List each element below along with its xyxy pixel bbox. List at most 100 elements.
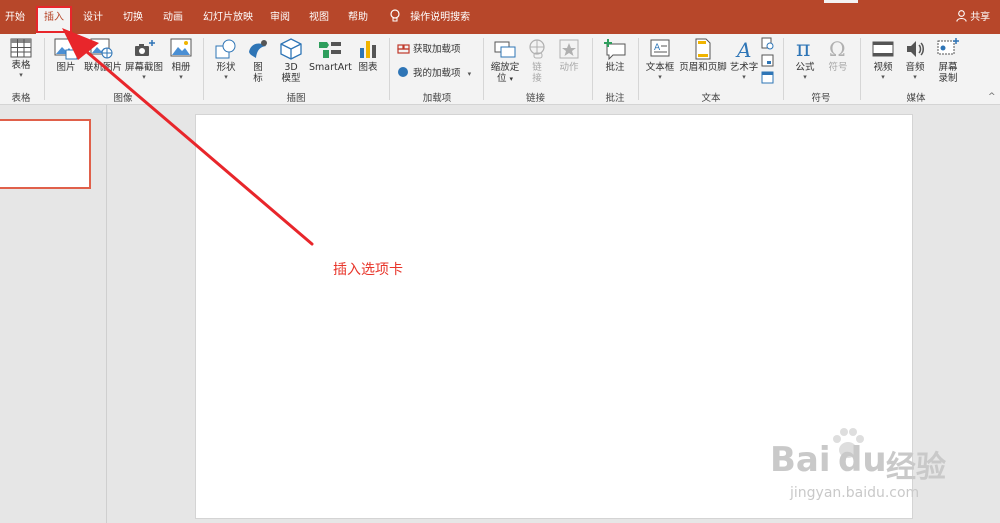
link-label-1: 链 [532,62,542,73]
smartart-label: SmartArt [309,62,352,73]
audio-button[interactable]: 音频 ▾ [902,38,928,81]
share-label: 共享 [970,12,991,23]
svg-text:A: A [735,38,751,60]
tab-home[interactable]: 开始 [5,0,25,34]
title-bar-fragment [824,0,858,3]
smartart-button[interactable]: SmartArt [309,38,352,73]
group-comments-label: 批注 [605,93,625,104]
screenshot-label: 屏幕截图 [125,62,164,73]
action-star-icon [559,39,579,59]
icons-button[interactable]: 图 标 [246,38,270,84]
camera-icon [135,40,155,56]
header-footer-button[interactable]: 页眉和页脚 [679,38,727,73]
comment-button[interactable]: 批注 [601,38,629,73]
screen-recording-label-2: 录制 [938,73,958,84]
online-picture-label: 联机图片 [84,62,123,73]
shapes-label: 形状 [216,62,236,73]
object-icon[interactable] [761,71,774,84]
video-button[interactable]: 视频 ▾ [870,38,896,81]
group-separator [592,38,593,100]
zoom-button[interactable]: 缩放定 位 ▾ [489,38,521,85]
tab-view[interactable]: 视图 [309,0,329,34]
table-icon [10,38,32,58]
picture-label: 图片 [56,62,76,73]
group-separator [483,38,484,100]
screen-recording-icon [937,38,959,55]
wordart-label: 艺术字 [729,62,759,73]
tab-animations[interactable]: 动画 [163,0,183,34]
insert-tab-highlight-box [36,6,72,33]
icons-label-1: 图 [253,62,263,73]
store-icon [397,44,410,54]
equation-label: 公式 [795,62,815,73]
group-links-label: 链接 [525,93,545,104]
group-text-label: 文本 [701,93,721,104]
chart-icon [360,41,376,58]
picture-button[interactable]: 图片 [52,38,80,73]
shapes-icon [215,39,236,59]
slide-number-icon[interactable] [761,54,774,67]
textbox-label: 文本框 [645,62,675,73]
action-label: 动作 [559,62,579,73]
collapse-ribbon-icon[interactable]: ^ [988,92,996,102]
chevron-down-icon: ▾ [509,75,514,83]
equation-button[interactable]: π 公式 ▾ [791,36,819,81]
header-footer-label: 页眉和页脚 [679,62,727,73]
tab-transitions[interactable]: 切换 [123,0,143,34]
watermark-brand-2: du [838,440,887,480]
icons-icon [249,40,267,58]
watermark-url: jingyan.baidu.com [790,485,920,501]
link-label-2: 接 [532,73,542,84]
table-button[interactable]: 表格 ▾ [8,38,34,79]
3d-models-button[interactable]: 3D 模型 [278,38,304,84]
chart-label: 图表 [358,62,378,73]
screen-recording-button[interactable]: 屏幕 录制 [934,38,962,84]
link-button[interactable]: 链 接 [526,38,548,84]
cube-icon [280,38,302,60]
wordart-button[interactable]: A 艺术字 ▾ [729,38,759,81]
group-separator [860,38,861,100]
chevron-down-icon: ▾ [913,73,917,81]
screen-recording-label-1: 屏幕 [938,62,958,73]
svg-text:Ω: Ω [829,37,846,60]
online-picture-button[interactable]: 联机图片 [84,38,123,73]
lightbulb-icon [390,9,400,22]
person-icon [956,10,967,22]
textbox-button[interactable]: A 文本框 ▾ [644,38,676,81]
link-icon [529,39,545,59]
date-time-icon[interactable] [761,37,774,50]
zoom-label-1: 缩放定 [490,62,520,73]
slide-thumbnail-pane [0,105,107,523]
symbol-button[interactable]: Ω 符号 [825,36,851,73]
group-separator [783,38,784,100]
chevron-down-icon: ▾ [742,73,746,81]
chevron-down-icon: ▾ [803,73,807,81]
group-images-label: 图像 [113,93,133,104]
action-button[interactable]: 动作 [556,38,582,73]
shapes-button[interactable]: 形状 ▾ [212,38,240,81]
omega-icon: Ω [829,37,846,60]
my-addins-button[interactable]: 我的加载项 ▾ [397,66,471,80]
group-table-label: 表格 [11,93,31,104]
photo-album-button[interactable]: 相册 ▾ [168,38,194,81]
tab-review[interactable]: 审阅 [270,0,290,34]
wordart-icon: A [735,38,751,60]
get-addins-button[interactable]: 获取加载项 [397,42,461,56]
tab-slideshow[interactable]: 幻灯片放映 [203,0,253,34]
group-separator [203,38,204,100]
chart-button[interactable]: 图表 [356,38,380,73]
header-footer-icon [695,38,711,60]
comment-label: 批注 [605,62,625,73]
group-symbols-label: 符号 [811,93,831,104]
tab-help[interactable]: 帮助 [348,0,368,34]
comment-icon [604,39,626,60]
tell-me-search[interactable]: 操作说明搜索 [389,0,470,34]
share-button[interactable]: 共享 [956,0,990,34]
photo-album-icon [170,38,192,57]
chevron-down-icon: ▾ [881,73,885,81]
tab-design[interactable]: 设计 [83,0,103,34]
screenshot-button[interactable]: 屏幕截图 ▾ [125,38,163,81]
addins-icon [398,67,408,77]
slide-thumbnail[interactable] [0,119,91,189]
pi-icon: π [796,37,810,60]
